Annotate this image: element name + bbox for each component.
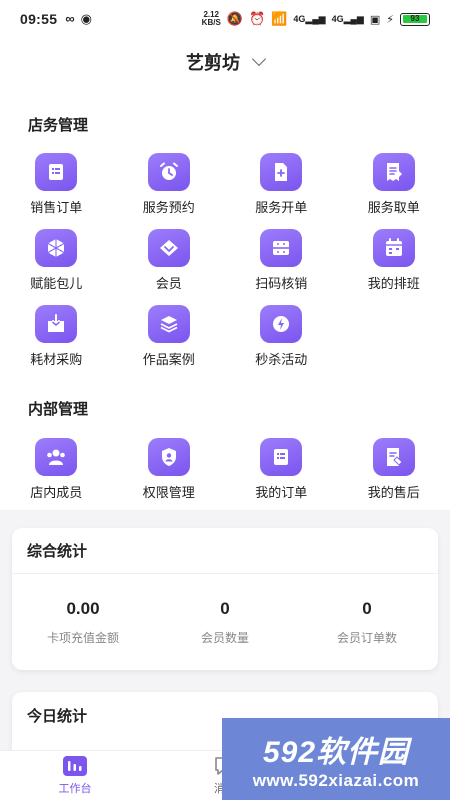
store-management-grid: 销售订单 服务预约 服务开单 服务取单赋能包儿 会员 扫码核销 我的排班耗材采购 作品案例 秒杀… <box>0 153 450 368</box>
grid-item-order-list[interactable]: 我的订单 <box>225 438 338 501</box>
mute-icon: 🔕 <box>226 11 243 26</box>
purchase-box-icon <box>35 305 78 343</box>
stat-value: 0 <box>362 598 372 618</box>
wifi-icon: 📶 <box>271 11 288 26</box>
grid-item-label: 服务取单 <box>367 200 420 215</box>
store-selector[interactable]: 艺剪坊 <box>0 38 450 86</box>
grid-item-label: 权限管理 <box>142 485 195 500</box>
store-name: 艺剪坊 <box>186 53 240 73</box>
battery-icon: 93 <box>400 12 430 26</box>
site-watermark: 592软件园 www.592xiazai.com <box>222 718 450 800</box>
calendar-icon <box>372 229 415 267</box>
grid-item-label: 我的售后 <box>367 485 420 500</box>
grid-item-add-document[interactable]: 服务开单 <box>225 153 338 216</box>
infinity-icon: ∞ <box>65 11 75 26</box>
alarm-clock-icon <box>147 153 190 191</box>
grid-item-label: 扫码核销 <box>255 276 308 291</box>
grid-item-label: 服务预约 <box>142 200 195 215</box>
net-speed: 2.12 KB/S <box>201 10 221 27</box>
order-list-icon <box>260 438 303 476</box>
receipt-icon <box>372 153 415 191</box>
watermark-logo: 592软件园 <box>262 736 410 769</box>
grid-item-label: 耗材采购 <box>30 352 83 367</box>
tab-workbench[interactable]: 工作台 <box>0 751 150 800</box>
scan-icon <box>260 229 303 267</box>
grid-item-label: 会员 <box>155 276 182 291</box>
grid-item-alarm-clock[interactable]: 服务预约 <box>113 153 226 216</box>
status-bar: 09:55 ∞ ◉ 2.12 KB/S 🔕 ⏰ 📶 4G▂▄▆ 4G▂▄▆ ▣ … <box>0 0 450 38</box>
chevron-down-icon <box>251 51 267 67</box>
grid-item-flash[interactable]: 秒杀活动 <box>225 305 338 368</box>
grid-item-label: 销售订单 <box>30 200 83 215</box>
management-panel: 店务管理 销售订单 服务预约 服务开单 服务取单赋能包儿 会员 扫码核销 我的排班耗材采购 作… <box>0 86 450 510</box>
grid-item-layers[interactable]: 作品案例 <box>113 305 226 368</box>
grid-item-order-list[interactable]: 销售订单 <box>0 153 113 216</box>
signal-icon-b: 4G▂▄▆ <box>331 13 364 24</box>
grid-item-scan[interactable]: 扫码核销 <box>225 229 338 292</box>
tab-label: 工作台 <box>58 783 92 795</box>
notification-icon: ◉ <box>80 11 92 26</box>
grid-item-diamond[interactable]: 会员 <box>113 229 226 292</box>
stat-card-recharge[interactable]: 0.00 卡项充值金额 <box>12 599 154 646</box>
grid-item-cube[interactable]: 赋能包儿 <box>0 229 113 292</box>
grid-item-label: 作品案例 <box>142 352 195 367</box>
grid-item-label: 赋能包儿 <box>30 276 83 291</box>
add-document-icon <box>260 153 303 191</box>
dashboard-icon <box>63 756 87 776</box>
grid-item-shield-user[interactable]: 权限管理 <box>113 438 226 501</box>
stat-value: 0 <box>220 598 230 618</box>
store-management-title: 店务管理 <box>28 117 89 134</box>
grid-item-label: 我的排班 <box>367 276 420 291</box>
grid-item-calendar[interactable]: 我的排班 <box>338 229 450 292</box>
stat-value: 0.00 <box>66 598 100 618</box>
status-time: 09:55 <box>20 11 58 27</box>
charging-icon: ⚡ <box>386 13 394 26</box>
flash-icon <box>260 305 303 343</box>
stat-label: 会员数量 <box>200 630 249 645</box>
layers-icon <box>147 305 190 343</box>
overall-stats-row: 0.00 卡项充值金额 0 会员数量 0 会员订单数 <box>12 574 438 670</box>
internal-management-title: 内部管理 <box>28 401 89 418</box>
stat-member-count[interactable]: 0 会员数量 <box>154 599 296 646</box>
overall-stats-title: 综合统计 <box>12 528 438 574</box>
overall-stats-card: 综合统计 0.00 卡项充值金额 0 会员数量 0 会员订单数 <box>12 528 438 670</box>
signal-icon-a: 4G▂▄▆ <box>293 13 326 24</box>
grid-item-label: 店内成员 <box>30 485 83 500</box>
stat-label: 会员订单数 <box>336 630 397 645</box>
grid-item-receipt[interactable]: 服务取单 <box>338 153 450 216</box>
stat-member-orders[interactable]: 0 会员订单数 <box>296 599 438 646</box>
alarm-icon: ⏰ <box>248 11 266 26</box>
grid-item-after-sales[interactable]: 我的售后 <box>338 438 450 501</box>
watermark-url: www.592xiazai.com <box>252 771 420 790</box>
shield-user-icon <box>147 438 190 476</box>
grid-item-purchase-box[interactable]: 耗材采购 <box>0 305 113 368</box>
order-list-icon <box>35 153 78 191</box>
grid-item-label: 我的订单 <box>255 485 308 500</box>
grid-item-members[interactable]: 店内成员 <box>0 438 113 501</box>
stat-label: 卡项充值金额 <box>46 630 119 645</box>
diamond-icon <box>147 229 190 267</box>
grid-item-label: 服务开单 <box>255 200 308 215</box>
grid-item-label: 秒杀活动 <box>255 352 308 367</box>
internal-management-grid: 店内成员 权限管理 我的订单 我的售后 <box>0 438 450 501</box>
members-icon <box>35 438 78 476</box>
after-sales-icon <box>372 438 415 476</box>
cube-icon <box>35 229 78 267</box>
nfc-icon: ▣ <box>369 13 381 26</box>
